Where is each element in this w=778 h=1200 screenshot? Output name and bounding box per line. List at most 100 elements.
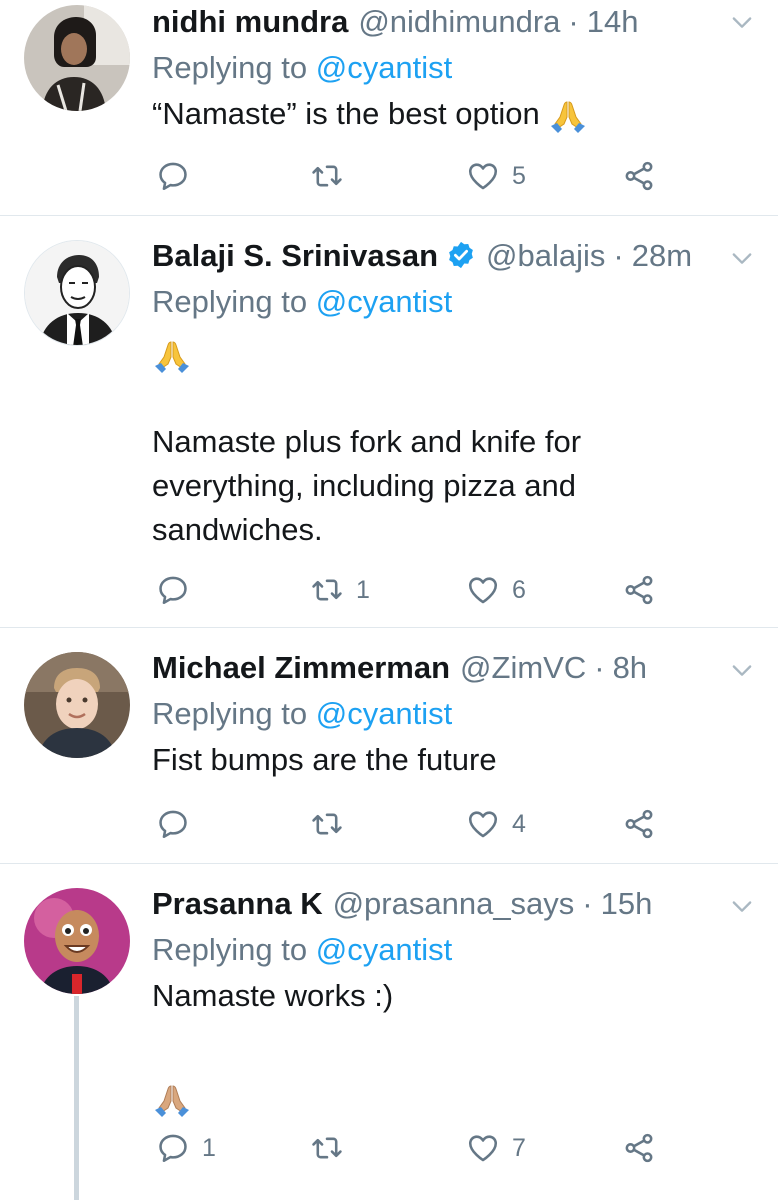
- heart-icon: [466, 1131, 500, 1165]
- like-count: 6: [512, 575, 526, 604]
- share-button[interactable]: [622, 570, 656, 610]
- tweet-text-line: Fist bumps are the future: [152, 742, 497, 777]
- tweet-actions: 1 7: [152, 1128, 672, 1168]
- reply-icon: [156, 1131, 190, 1165]
- tweet-text-line: everything, including pizza and: [152, 468, 576, 503]
- retweet-button[interactable]: 1: [310, 570, 370, 610]
- timestamp[interactable]: 15h: [601, 884, 653, 924]
- chevron-down-icon[interactable]: [728, 244, 756, 272]
- display-name[interactable]: Balaji S. Srinivasan: [152, 236, 438, 276]
- folded-hands-emoji-icon: [152, 336, 192, 376]
- tweet-text: Fist bumps are the future: [152, 738, 738, 782]
- share-icon: [622, 159, 656, 193]
- avatar[interactable]: [24, 240, 130, 346]
- replying-to: Replying to @cyantist: [152, 694, 738, 734]
- tweet-text-line: Namaste plus fork and knife for: [152, 424, 582, 459]
- reply-button[interactable]: [156, 156, 202, 196]
- tweet-actions: 5: [152, 156, 672, 196]
- tweet-text-line: “Namaste” is the best option: [152, 96, 540, 131]
- heart-icon: [466, 573, 500, 607]
- like-button[interactable]: 6: [466, 570, 526, 610]
- tweet-text: Namaste plus fork and knife for everythi…: [152, 326, 738, 552]
- handle[interactable]: @ZimVC: [460, 648, 586, 688]
- like-button[interactable]: 7: [466, 1128, 526, 1168]
- handle[interactable]: @prasanna_says: [333, 884, 575, 924]
- retweet-button[interactable]: [310, 804, 356, 844]
- tweet-text-line: sandwiches.: [152, 512, 323, 547]
- retweet-icon: [310, 1131, 344, 1165]
- separator: ·: [568, 4, 579, 39]
- tweet[interactable]: Prasanna K @prasanna_says · 15h Replying…: [0, 864, 778, 1200]
- separator: ·: [582, 886, 593, 921]
- reply-icon: [156, 807, 190, 841]
- tweet-header: Prasanna K @prasanna_says · 15h: [152, 884, 738, 924]
- heart-icon: [466, 807, 500, 841]
- reply-icon: [156, 159, 190, 193]
- chevron-down-icon[interactable]: [728, 656, 756, 684]
- like-button[interactable]: 5: [466, 156, 526, 196]
- separator: ·: [594, 650, 605, 685]
- display-name[interactable]: Prasanna K: [152, 884, 323, 924]
- folded-hands-emoji-icon: [152, 1080, 192, 1120]
- tweet[interactable]: Balaji S. Srinivasan @balajis · 28m Repl…: [0, 216, 778, 628]
- timestamp[interactable]: 8h: [613, 648, 647, 688]
- share-icon: [622, 573, 656, 607]
- tweet-text: Namaste works :): [152, 974, 738, 1112]
- share-button[interactable]: [622, 1128, 656, 1168]
- display-name[interactable]: nidhi mundra: [152, 2, 348, 42]
- display-name[interactable]: Michael Zimmerman: [152, 648, 450, 688]
- replying-label: Replying to: [152, 284, 308, 319]
- separator: ·: [613, 238, 624, 273]
- heart-icon: [466, 159, 500, 193]
- share-button[interactable]: [622, 804, 656, 844]
- tweet-header: Michael Zimmerman @ZimVC · 8h: [152, 648, 738, 688]
- mention-link[interactable]: @cyantist: [316, 932, 453, 967]
- reply-count: 1: [202, 1133, 216, 1162]
- handle[interactable]: @balajis: [486, 236, 605, 276]
- reply-button[interactable]: 1: [156, 1128, 216, 1168]
- thread-line: [74, 996, 79, 1200]
- chevron-down-icon[interactable]: [728, 8, 756, 36]
- share-icon: [622, 1131, 656, 1165]
- replying-label: Replying to: [152, 932, 308, 967]
- retweet-icon: [310, 573, 344, 607]
- retweet-icon: [310, 807, 344, 841]
- avatar[interactable]: [24, 5, 130, 111]
- like-count: 4: [512, 809, 526, 838]
- reply-button[interactable]: [156, 570, 202, 610]
- retweet-count: 1: [356, 575, 370, 604]
- like-count: 5: [512, 161, 526, 190]
- tweet-text: “Namaste” is the best option: [152, 92, 738, 136]
- mention-link[interactable]: @cyantist: [316, 50, 453, 85]
- like-count: 7: [512, 1133, 526, 1162]
- tweet[interactable]: Michael Zimmerman @ZimVC · 8h Replying t…: [0, 628, 778, 864]
- share-icon: [622, 807, 656, 841]
- retweet-button[interactable]: [310, 156, 356, 196]
- tweet-header: nidhi mundra @nidhimundra · 14h: [152, 2, 738, 42]
- timestamp[interactable]: 28m: [632, 236, 692, 276]
- timestamp[interactable]: 14h: [587, 2, 639, 42]
- tweet-actions: 4: [152, 804, 672, 844]
- tweet-actions: 1 6: [152, 570, 672, 610]
- mention-link[interactable]: @cyantist: [316, 284, 453, 319]
- mention-link[interactable]: @cyantist: [316, 696, 453, 731]
- reply-button[interactable]: [156, 804, 202, 844]
- avatar[interactable]: [24, 652, 130, 758]
- tweet-text-line: Namaste works :): [152, 978, 394, 1013]
- replying-to: Replying to @cyantist: [152, 930, 738, 970]
- chevron-down-icon[interactable]: [728, 892, 756, 920]
- handle[interactable]: @nidhimundra: [358, 2, 560, 42]
- share-button[interactable]: [622, 156, 656, 196]
- verified-badge-icon: [446, 240, 476, 270]
- tweet[interactable]: nidhi mundra @nidhimundra · 14h Replying…: [0, 0, 778, 216]
- avatar[interactable]: [24, 888, 130, 994]
- like-button[interactable]: 4: [466, 804, 526, 844]
- replying-to: Replying to @cyantist: [152, 48, 738, 88]
- replying-label: Replying to: [152, 696, 308, 731]
- reply-icon: [156, 573, 190, 607]
- replying-label: Replying to: [152, 50, 308, 85]
- retweet-button[interactable]: [310, 1128, 356, 1168]
- tweet-header: Balaji S. Srinivasan @balajis · 28m: [152, 236, 738, 276]
- folded-hands-emoji-icon: [548, 96, 588, 136]
- retweet-icon: [310, 159, 344, 193]
